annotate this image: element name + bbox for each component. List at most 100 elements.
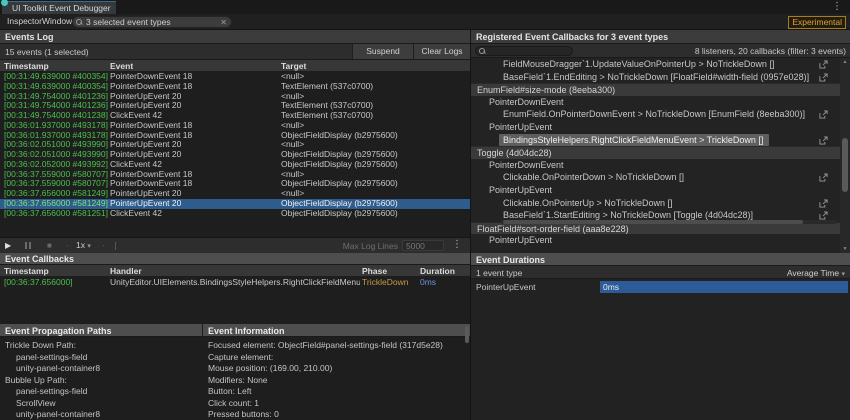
tree-vertical-scrollbar[interactable]: ▲ ▼: [840, 58, 850, 253]
event-callbacks-column-header: Timestamp Handler Phase Duration: [0, 265, 470, 277]
tree-row[interactable]: PointerUpEvent: [471, 121, 840, 134]
max-log-lines-input[interactable]: [402, 240, 444, 251]
tree-row[interactable]: Toggle (4d04dc28): [471, 146, 840, 159]
col-phase: Phase: [362, 266, 387, 276]
tree-row-label: BindingsStyleHelpers.RightClickFieldMenu…: [499, 134, 769, 147]
callbacks-search: [475, 46, 573, 56]
suspend-button[interactable]: Suspend: [352, 44, 413, 59]
tree-row-label: PointerDownEvent: [471, 96, 564, 109]
tree-row[interactable]: Clickable.OnPointerDown > NoTrickleDown …: [471, 171, 840, 184]
tab-event-debugger[interactable]: UI Toolkit Event Debugger: [2, 1, 116, 14]
stop-icon[interactable]: ■: [47, 241, 52, 250]
playback-speed-dropdown[interactable]: 1x ▾: [76, 240, 91, 250]
callbacks-search-input[interactable]: [488, 47, 568, 55]
propagation-line: ScrollView: [0, 398, 202, 410]
panel-picker-label: InspectorWindow: [7, 16, 72, 26]
scrollbar-thumb[interactable]: [503, 220, 803, 224]
col-duration: Duration: [420, 266, 455, 276]
col-target: Target: [281, 61, 306, 71]
callback-row[interactable]: [00:36:37.656000] UnityEditor.UIElements…: [0, 277, 470, 288]
propagation-line: panel-settings-field: [0, 352, 202, 364]
event-information-line: Click count: 1: [203, 398, 470, 410]
scroll-up-icon[interactable]: ▲: [840, 58, 850, 66]
event-information-line: Pressed buttons: 0: [203, 409, 470, 420]
chevron-down-icon: ▾: [841, 271, 845, 278]
event-type-count-label: 1 event type: [476, 268, 522, 278]
duration-sort-dropdown[interactable]: Average Time ▾: [787, 268, 845, 278]
tree-row[interactable]: EnumField.OnPointerDownEvent > NoTrickle…: [471, 108, 840, 121]
search-icon: [479, 48, 485, 54]
tree-row-label: PointerUpEvent: [471, 234, 552, 247]
duration-row: PointerUpEvent 0ms: [471, 281, 850, 293]
duration-sort-label: Average Time: [787, 268, 839, 278]
scroll-down-icon[interactable]: ▼: [840, 245, 850, 253]
propagation-line: Bubble Up Path:: [0, 375, 202, 387]
tree-horizontal-scrollbar[interactable]: [501, 220, 837, 224]
clear-search-icon[interactable]: ✕: [220, 17, 227, 28]
events-log-toolbar: 15 events (1 selected) Suspend Clear Log…: [0, 44, 470, 60]
open-source-link-icon[interactable]: [819, 211, 828, 220]
open-source-link-icon[interactable]: [819, 136, 828, 145]
event-information-body: Focused element: ObjectField#panel-setti…: [203, 337, 470, 420]
event-type-search-input[interactable]: [86, 17, 214, 27]
duration-event-name: PointerUpEvent: [476, 281, 536, 293]
window-menu-icon[interactable]: ⋮: [832, 0, 842, 14]
event-information-header: Event Information: [203, 324, 470, 337]
pause-icon[interactable]: [25, 241, 32, 251]
events-count-label: 15 events (1 selected): [5, 47, 89, 57]
scrollbar-thumb[interactable]: [842, 138, 848, 192]
playbar-menu-icon[interactable]: ⋮: [452, 239, 462, 250]
tab-title: UI Toolkit Event Debugger: [12, 3, 111, 13]
event-log-row[interactable]: [00:36:37.656000 #581251] ClickEvent 42 …: [0, 209, 470, 219]
events-log-column-header: Timestamp Event Target: [0, 60, 470, 72]
tab-bar: UI Toolkit Event Debugger ⋮: [0, 0, 850, 14]
open-source-link-icon[interactable]: [819, 199, 828, 208]
tree-row[interactable]: PointerUpEvent: [471, 234, 840, 247]
play-icon[interactable]: ▶: [5, 241, 11, 250]
event-durations-toolbar: 1 event type Average Time ▾: [471, 266, 850, 279]
tree-row-label: Clickable.OnPointerDown > NoTrickleDown …: [471, 171, 684, 184]
col-handler: Handler: [110, 266, 142, 276]
tree-row[interactable]: Clickable.OnPointerUp > NoTrickleDown []: [471, 197, 840, 210]
tree-row-label: PointerDownEvent: [471, 159, 564, 172]
tree-row[interactable]: BaseField`1.EndEditing > NoTrickleDown […: [471, 71, 840, 84]
event-type-search: ✕: [72, 16, 232, 28]
registered-callbacks-toolbar: 8 listeners, 20 callbacks (filter: 3 eve…: [471, 44, 850, 58]
clear-logs-button[interactable]: Clear Logs: [413, 44, 470, 59]
tree-row-label: Clickable.OnPointerUp > NoTrickleDown []: [471, 197, 672, 210]
event-information-line: Button: Left: [203, 386, 470, 398]
step-back-icon[interactable]: ·: [66, 241, 69, 250]
tree-row[interactable]: BindingsStyleHelpers.RightClickFieldMenu…: [471, 134, 840, 147]
tree-row[interactable]: PointerDownEvent: [471, 96, 840, 109]
event-name: ClickEvent 42: [110, 209, 162, 219]
callback-phase: TrickleDown: [362, 277, 408, 288]
panel-picker-dropdown[interactable]: InspectorWindow ▾: [3, 15, 82, 28]
propagation-line: Trickle Down Path:: [0, 340, 202, 352]
tree-row[interactable]: FieldMouseDragger`1.UpdateValueOnPointer…: [471, 58, 840, 71]
search-icon: [76, 19, 82, 25]
propagation-line: panel-settings-field: [0, 386, 202, 398]
duration-bar: 0ms: [600, 281, 848, 293]
debugger-toolbar: InspectorWindow ▾ ✕ Experimental: [0, 14, 850, 30]
experimental-badge: Experimental: [788, 16, 846, 29]
max-log-lines-label: Max Log Lines: [343, 241, 398, 251]
playback-speed-label: 1x: [76, 240, 85, 250]
col-timestamp: Timestamp: [4, 61, 49, 71]
tree-row[interactable]: PointerDownEvent: [471, 159, 840, 172]
event-information-line: Capture element:: [203, 352, 470, 364]
open-source-link-icon[interactable]: [819, 73, 828, 82]
open-source-link-icon[interactable]: [819, 60, 828, 69]
col-timestamp: Timestamp: [4, 266, 49, 276]
open-source-link-icon[interactable]: [819, 173, 828, 182]
tree-row-label: FieldMouseDragger`1.UpdateValueOnPointer…: [471, 58, 774, 71]
tree-row-label: PointerUpEvent: [471, 184, 552, 197]
registered-callbacks-panel: Registered Event Callbacks for 3 event t…: [471, 30, 850, 420]
bottom-scrollbar-thumb[interactable]: [465, 326, 469, 343]
tree-row[interactable]: PointerUpEvent: [471, 184, 840, 197]
propagation-paths-body: Trickle Down Path:panel-settings-fieldun…: [0, 337, 202, 420]
tree-row[interactable]: EnumField#size-mode (8eeba300): [471, 83, 840, 96]
ui-toolkit-event-debugger-window: UI Toolkit Event Debugger ⋮ InspectorWin…: [0, 0, 850, 420]
open-source-link-icon[interactable]: [819, 110, 828, 119]
step-forward-icon[interactable]: ·: [102, 241, 105, 250]
registered-callbacks-header: Registered Event Callbacks for 3 event t…: [471, 30, 850, 44]
